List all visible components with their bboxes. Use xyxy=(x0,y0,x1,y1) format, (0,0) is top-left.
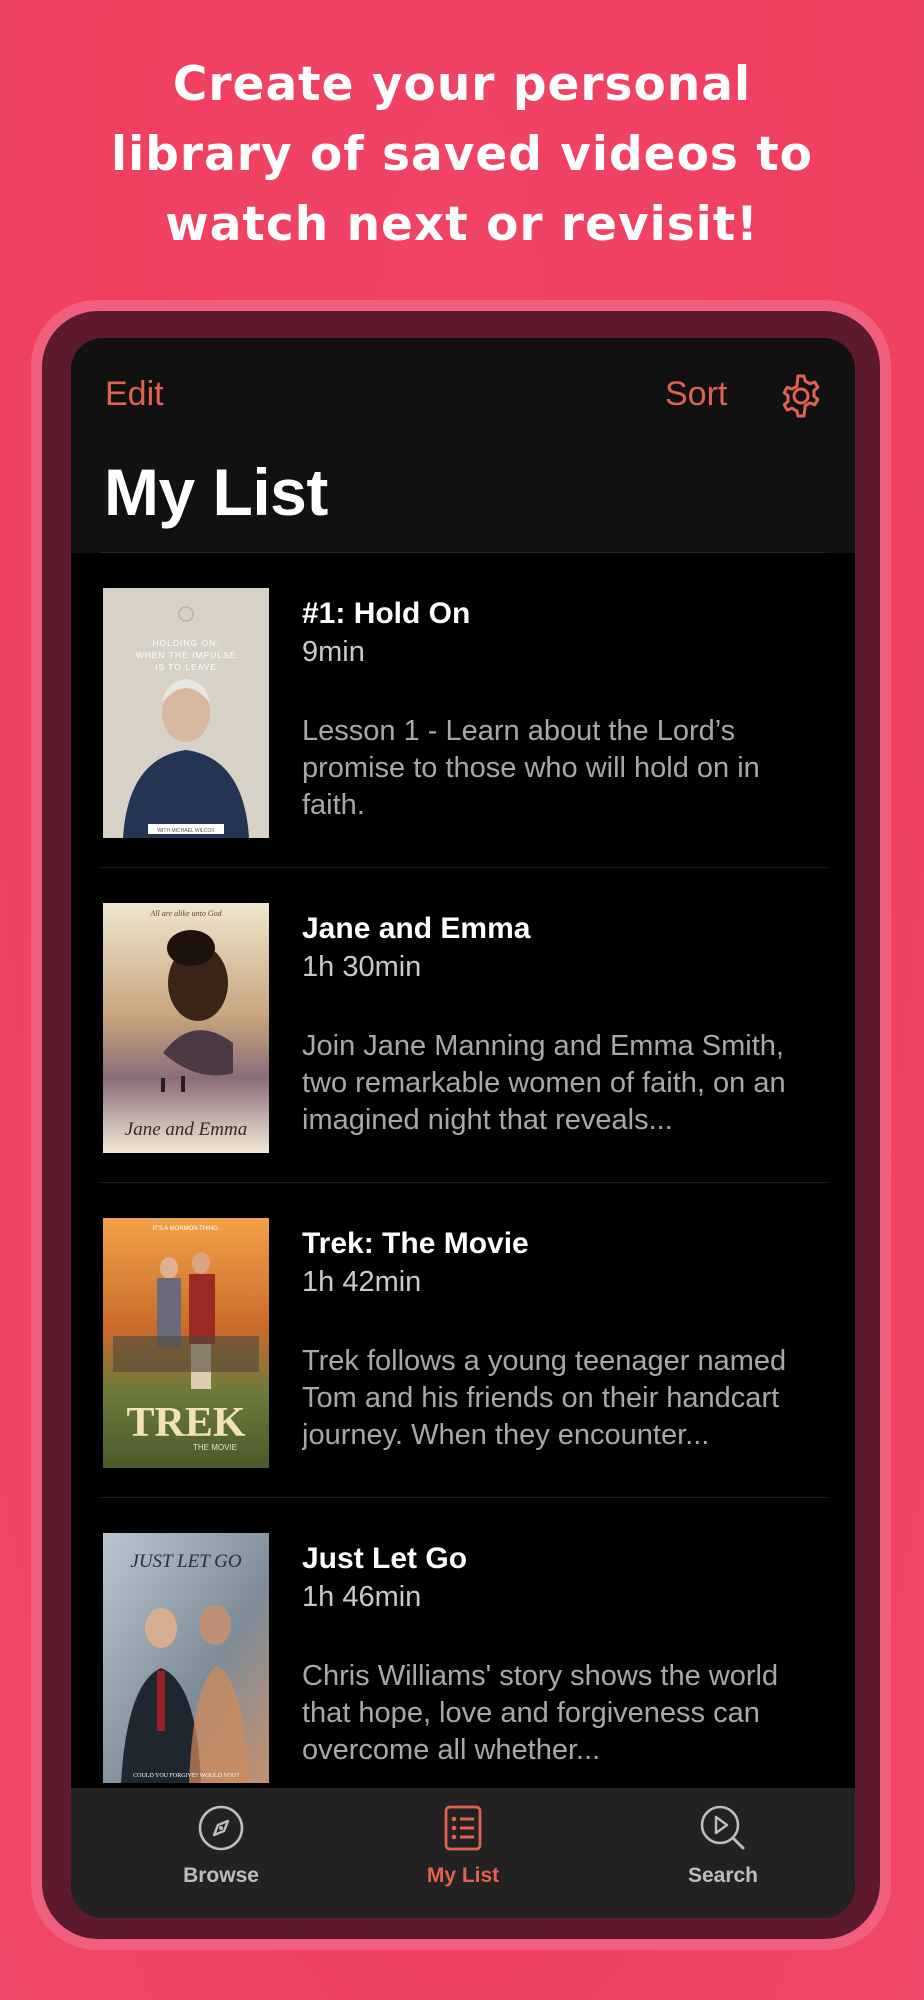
edit-button[interactable]: Edit xyxy=(105,375,164,414)
tab-search[interactable]: Search xyxy=(623,1788,823,1918)
gear-icon[interactable] xyxy=(777,372,825,420)
video-info: Trek: The Movie 1h 42min Trek follows a … xyxy=(302,1225,827,1454)
list-item[interactable]: All are alike unto God Jane and Emma Jan… xyxy=(101,868,827,1183)
video-info: Just Let Go 1h 46min Chris Williams' sto… xyxy=(302,1540,827,1769)
video-info: #1: Hold On 9min Lesson 1 - Learn about … xyxy=(302,595,827,824)
sort-button[interactable]: Sort xyxy=(665,375,727,414)
search-play-icon xyxy=(700,1805,745,1850)
video-info: Jane and Emma 1h 30min Join Jane Manning… xyxy=(302,910,827,1139)
promo-line-3: watch next or revisit! xyxy=(165,197,759,252)
list-item[interactable]: IT'S A MORMON THING. TREK THE MOVIE Trek… xyxy=(101,1183,827,1498)
poster-caption: WITH MICHAEL WILCOX xyxy=(157,828,215,834)
video-poster: IT'S A MORMON THING. TREK THE MOVIE xyxy=(103,1218,269,1468)
svg-text:HOLDING ON:: HOLDING ON: xyxy=(152,638,219,648)
video-title: Trek: The Movie xyxy=(302,1227,529,1260)
video-poster: JUST LET GO COULD YOU FORGIVE? WOULD YOU… xyxy=(103,1533,269,1783)
video-description: Join Jane Manning and Emma Smith, two re… xyxy=(302,1030,786,1136)
poster-tagline: COULD YOU FORGIVE? WOULD YOU? xyxy=(133,1773,239,1779)
poster-caption: TREK xyxy=(126,1400,245,1446)
video-title: Just Let Go xyxy=(302,1542,468,1575)
video-title: #1: Hold On xyxy=(302,597,471,630)
tab-label: Browse xyxy=(183,1864,259,1887)
svg-text:All are alike unto God: All are alike unto God xyxy=(149,909,222,918)
list-item[interactable]: HOLDING ON: WHEN THE IMPULSE IS TO LEAVE… xyxy=(101,553,827,868)
video-duration: 1h 46min xyxy=(302,1581,422,1613)
app-screen: Edit Sort My List HOLDING ON: WHEN THE I… xyxy=(71,338,855,1918)
list-icon xyxy=(444,1805,482,1851)
tab-label: My List xyxy=(426,1864,500,1887)
video-description: Trek follows a young teenager named Tom … xyxy=(302,1345,787,1451)
svg-text:WHEN THE IMPULSE: WHEN THE IMPULSE xyxy=(136,650,237,660)
tab-label: Search xyxy=(687,1864,759,1887)
page-title: My List xyxy=(104,455,328,529)
video-poster: HOLDING ON: WHEN THE IMPULSE IS TO LEAVE… xyxy=(103,588,269,838)
promo-line-1: Create your personal xyxy=(172,57,752,112)
svg-text:IT'S A MORMON THING.: IT'S A MORMON THING. xyxy=(152,1226,219,1232)
tab-browse[interactable]: Browse xyxy=(121,1788,321,1918)
poster-subcaption: THE MOVIE xyxy=(193,1443,237,1452)
tab-my-list[interactable]: My List xyxy=(363,1788,563,1918)
poster-caption: JUST LET GO xyxy=(130,1551,241,1572)
video-duration: 1h 42min xyxy=(302,1266,422,1298)
promo-line-2: library of saved videos to xyxy=(111,127,813,182)
video-poster: All are alike unto God Jane and Emma xyxy=(103,903,269,1153)
video-description: Chris Williams' story shows the world th… xyxy=(302,1660,779,1766)
video-title: Jane and Emma xyxy=(302,912,531,945)
navigation-bar: Edit Sort My List xyxy=(71,338,855,553)
svg-text:IS TO LEAVE: IS TO LEAVE xyxy=(155,662,217,672)
poster-caption: Jane and Emma xyxy=(125,1119,247,1140)
list-item[interactable]: JUST LET GO COULD YOU FORGIVE? WOULD YOU… xyxy=(101,1498,827,1813)
compass-icon xyxy=(198,1805,244,1851)
tab-bar: Browse My List Search xyxy=(71,1788,855,1918)
promo-headline: Create your personal library of saved vi… xyxy=(0,50,924,260)
video-duration: 9min xyxy=(302,636,365,668)
video-description: Lesson 1 - Learn about the Lord’s promis… xyxy=(302,715,760,821)
video-duration: 1h 30min xyxy=(302,951,422,983)
